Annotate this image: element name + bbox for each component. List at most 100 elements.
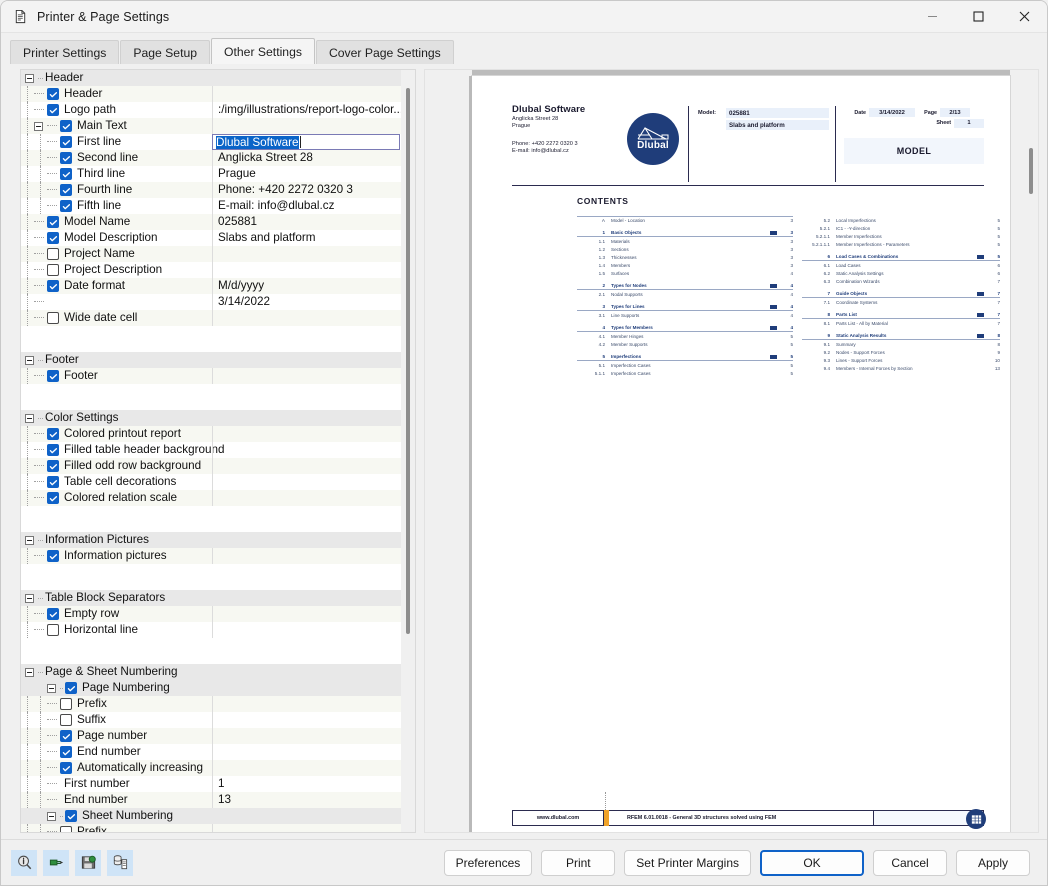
checkbox-unchecked-icon[interactable] bbox=[60, 698, 72, 710]
checkbox-unchecked-icon[interactable] bbox=[60, 714, 72, 726]
tree-row-value[interactable]: Slabs and platform bbox=[212, 230, 401, 246]
checkbox-checked-icon[interactable] bbox=[47, 280, 59, 292]
tree-row-value[interactable]: M/d/yyyy bbox=[212, 278, 401, 294]
collapse-icon[interactable] bbox=[25, 355, 34, 365]
toc-entry[interactable]: 6.2 Static Analysis Settings 6 bbox=[802, 269, 1000, 277]
tree-row[interactable]: End number 13 bbox=[21, 792, 401, 808]
tab-printer-settings[interactable]: Printer Settings bbox=[10, 40, 120, 64]
tree-row-value[interactable]: Prague bbox=[212, 166, 401, 182]
tree-row[interactable]: Automatically increasing bbox=[21, 760, 401, 776]
tree-row-value[interactable] bbox=[212, 712, 401, 728]
toc-entry[interactable]: 2 Types for Nodes 4 bbox=[577, 282, 793, 290]
tree-row[interactable]: First line Dlubal Software bbox=[21, 134, 401, 150]
tree-row[interactable]: Colored printout report bbox=[21, 426, 401, 442]
tree-row[interactable]: Table cell decorations bbox=[21, 474, 401, 490]
checkbox-checked-icon[interactable] bbox=[47, 428, 59, 440]
load-plug-icon[interactable] bbox=[43, 849, 69, 876]
tree-row-value[interactable] bbox=[212, 310, 401, 326]
checkbox-checked-icon[interactable] bbox=[47, 444, 59, 456]
maximize-icon[interactable] bbox=[955, 1, 1001, 33]
checkbox-checked-icon[interactable] bbox=[47, 216, 59, 228]
checkbox-checked-icon[interactable] bbox=[60, 730, 72, 742]
tree-row[interactable]: Colored relation scale bbox=[21, 490, 401, 506]
collapse-icon[interactable] bbox=[25, 535, 34, 545]
checkbox-unchecked-icon[interactable] bbox=[47, 248, 59, 260]
tree-row[interactable]: Filled odd row background bbox=[21, 458, 401, 474]
apply-button[interactable]: Apply bbox=[956, 849, 1030, 876]
toc-entry[interactable]: 6.3 Combination Wizards 7 bbox=[802, 277, 1000, 285]
tree-row[interactable]: Wide date cell bbox=[21, 310, 401, 326]
collapse-icon[interactable] bbox=[25, 73, 34, 83]
toc-entry[interactable]: 5 Imperfections 5 bbox=[577, 353, 793, 361]
tree-row[interactable]: Filled table header background bbox=[21, 442, 401, 458]
tree-row-value[interactable]: :/img/illustrations/report-logo-color...… bbox=[212, 102, 401, 118]
tree-row[interactable]: Prefix bbox=[21, 696, 401, 712]
help-info-icon[interactable] bbox=[11, 849, 37, 876]
toc-entry[interactable]: 5.2.1 IC1 - -Y-direction 5 bbox=[802, 224, 1000, 232]
tree-row[interactable]: Model Name 025881 bbox=[21, 214, 401, 230]
checkbox-checked-icon[interactable] bbox=[47, 88, 59, 100]
toc-entry[interactable]: 1 Basic Objects 3 bbox=[577, 229, 793, 237]
toc-entry[interactable]: 9.3 Lines - Support Forces 10 bbox=[802, 356, 1000, 364]
tree-row-value[interactable] bbox=[212, 490, 401, 506]
preferences-button[interactable]: Preferences bbox=[443, 849, 533, 876]
print-button[interactable]: Print bbox=[541, 849, 616, 876]
checkbox-checked-icon[interactable] bbox=[65, 682, 77, 694]
tab-cover-page-settings[interactable]: Cover Page Settings bbox=[315, 40, 454, 64]
cancel-button[interactable]: Cancel bbox=[873, 849, 947, 876]
tree-group-page-sheet-numbering[interactable]: ··· Page & Sheet Numbering bbox=[21, 664, 401, 680]
checkbox-checked-icon[interactable] bbox=[60, 120, 72, 132]
collapse-icon[interactable] bbox=[25, 667, 34, 677]
toc-entry[interactable]: 4 Types for Members 4 bbox=[577, 324, 793, 332]
checkbox-checked-icon[interactable] bbox=[60, 184, 72, 196]
tree-row-value[interactable] bbox=[212, 548, 401, 564]
save-disk-icon[interactable] bbox=[75, 849, 101, 876]
tree-row[interactable]: Horizontal line bbox=[21, 622, 401, 638]
checkbox-checked-icon[interactable] bbox=[47, 608, 59, 620]
checkbox-unchecked-icon[interactable] bbox=[47, 312, 59, 324]
toc-entry[interactable]: 1.4 Members 3 bbox=[577, 261, 793, 269]
collapse-icon[interactable] bbox=[47, 811, 56, 821]
tree-row-value[interactable] bbox=[212, 696, 401, 712]
toc-entry[interactable]: 3.1 Line Supports 4 bbox=[577, 311, 793, 319]
toc-entry[interactable]: 5.2.1.1.1 Member Imperfections - Paramete… bbox=[802, 240, 1000, 248]
tree-row[interactable]: Footer bbox=[21, 368, 401, 384]
toc-entry[interactable]: 5.1 Imperfection Cases 5 bbox=[577, 361, 793, 369]
tree-vertical-scrollbar[interactable] bbox=[401, 70, 415, 832]
toc-entry[interactable]: 5.1.1 Imperfection Cases 5 bbox=[577, 369, 793, 377]
ok-button[interactable]: OK bbox=[760, 849, 864, 876]
tree-row-value[interactable] bbox=[212, 622, 401, 638]
tab-page-setup[interactable]: Page Setup bbox=[120, 40, 211, 64]
tree-subgroup-sheet-numbering[interactable]: ·· Sheet Numbering bbox=[21, 808, 401, 824]
tree-row-value[interactable] bbox=[212, 606, 401, 622]
preview-scroll-area[interactable]: Dlubal Software Anglicka Street 28 Pragu… bbox=[425, 70, 1024, 832]
tree-row[interactable]: End number bbox=[21, 744, 401, 760]
toc-entry[interactable]: 1.2 Sections 3 bbox=[577, 245, 793, 253]
checkbox-checked-icon[interactable] bbox=[60, 136, 72, 148]
tree-row[interactable]: First number 1 bbox=[21, 776, 401, 792]
tree-row[interactable]: Information pictures bbox=[21, 548, 401, 564]
toc-entry[interactable]: 3 Types for Lines 4 bbox=[577, 303, 793, 311]
tree-row[interactable]: Third line Prague bbox=[21, 166, 401, 182]
tree-row-value[interactable]: 1 bbox=[212, 776, 401, 792]
tree-row[interactable]: Logo path:/img/illustrations/report-logo… bbox=[21, 102, 401, 118]
tree-row[interactable]: Date format M/d/yyyy bbox=[21, 278, 401, 294]
tree-row[interactable]: Header bbox=[21, 86, 401, 102]
toc-entry[interactable]: 6 Load Cases & Combinations 5 bbox=[802, 253, 1000, 261]
set-printer-margins-button[interactable]: Set Printer Margins bbox=[624, 849, 751, 876]
collapse-icon[interactable] bbox=[34, 121, 43, 131]
checkbox-checked-icon[interactable] bbox=[47, 492, 59, 504]
toc-entry[interactable]: 5.2.1.1 Member Imperfections 5 bbox=[802, 232, 1000, 240]
tree-row-value[interactable] bbox=[212, 442, 401, 458]
tree-row-value[interactable] bbox=[212, 246, 401, 262]
tab-other-settings[interactable]: Other Settings bbox=[211, 38, 315, 64]
tree-row-value[interactable] bbox=[212, 86, 401, 102]
minimize-icon[interactable] bbox=[909, 1, 955, 33]
tree-row-value[interactable]: E-mail: info@dlubal.cz bbox=[212, 198, 401, 214]
tree-row-value[interactable]: 13 bbox=[212, 792, 401, 808]
checkbox-checked-icon[interactable] bbox=[47, 476, 59, 488]
tree-row-value[interactable] bbox=[212, 474, 401, 490]
tree-subgroup-page-numbering[interactable]: ·· Page Numbering bbox=[21, 680, 401, 696]
toc-entry[interactable]: 7.1 Coordinate Systems 7 bbox=[802, 298, 1000, 306]
tree-row[interactable]: Fifth line E-mail: info@dlubal.cz bbox=[21, 198, 401, 214]
